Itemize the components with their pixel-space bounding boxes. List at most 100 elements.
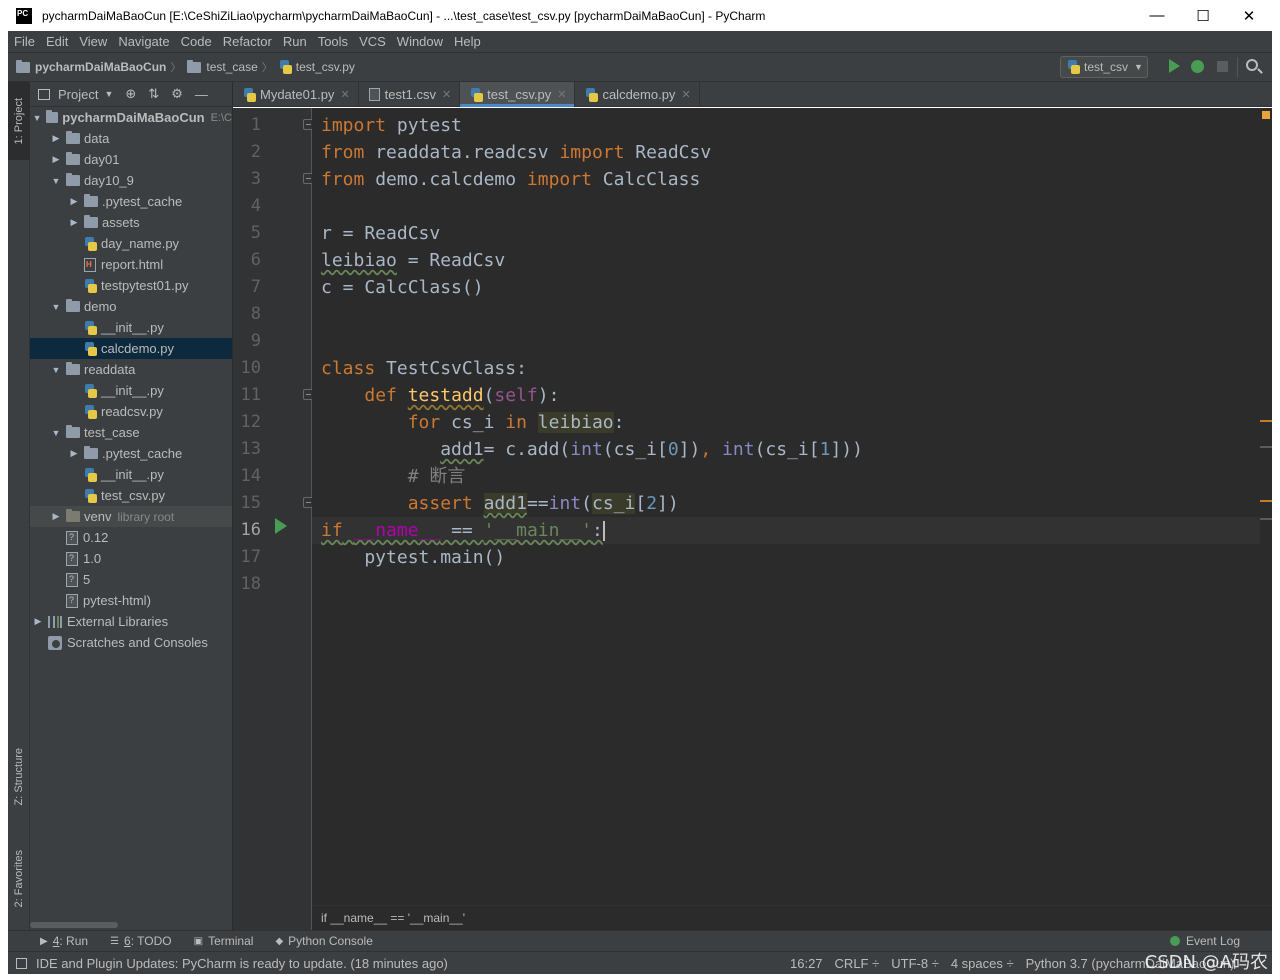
search-icon[interactable] (1246, 59, 1258, 71)
locate-target-icon[interactable]: ⊕ (125, 86, 136, 102)
menu-file[interactable]: File (14, 34, 35, 49)
expand-right-icon[interactable]: ▶ (50, 133, 62, 144)
tree-item[interactable]: ▼ day10_9 (30, 170, 232, 191)
menu-help[interactable]: Help (454, 34, 481, 49)
tool-tab-favorites[interactable]: 2: Favorites (8, 834, 30, 924)
run-configuration-select[interactable]: test_csv ▼ (1060, 56, 1148, 78)
run-gutter-icon[interactable] (275, 518, 287, 534)
close-tab-icon[interactable]: ✕ (340, 88, 349, 101)
status-message[interactable]: IDE and Plugin Updates: PyCharm is ready… (16, 956, 448, 971)
tree-item[interactable]: pytest-html) (30, 590, 232, 611)
expand-right-icon[interactable]: ▶ (32, 616, 44, 627)
tree-item[interactable]: ▶ assets (30, 212, 232, 233)
breadcrumb-file[interactable]: test_csv.py (279, 60, 355, 74)
tree-item[interactable]: ▶ External Libraries (30, 611, 232, 632)
editor-gutter[interactable]: 1 2 3 4 5 6 7 8 9 10 11 12 13 14 15 16 1… (233, 108, 314, 930)
project-view-select[interactable]: Project (58, 87, 98, 102)
expand-down-icon[interactable]: ▼ (50, 428, 62, 438)
tree-item[interactable]: 0.12 (30, 527, 232, 548)
expand-down-icon[interactable]: ▼ (32, 113, 42, 123)
tree-item[interactable]: ▶ .pytest_cache (30, 443, 232, 464)
expand-right-icon[interactable]: ▶ (50, 154, 62, 165)
collapse-all-icon[interactable]: ⇅ (148, 86, 159, 102)
tree-item[interactable]: __init__.py (30, 380, 232, 401)
tree-item[interactable]: ▼ demo (30, 296, 232, 317)
tree-item[interactable]: ▼ pycharmDaiMaBaoCun E:\C (30, 107, 232, 128)
warning-marker[interactable] (1260, 420, 1272, 422)
expand-right-icon[interactable]: ▶ (50, 511, 62, 522)
indent-select[interactable]: 4 spaces ÷ (951, 956, 1014, 971)
tree-item[interactable]: day_name.py (30, 233, 232, 254)
warning-marker[interactable] (1260, 500, 1272, 502)
event-log-button[interactable]: Event Log (1169, 934, 1240, 948)
tree-item[interactable]: ▶ day01 (30, 149, 232, 170)
line-separator-select[interactable]: CRLF ÷ (835, 956, 880, 971)
menu-vcs[interactable]: VCS (359, 34, 386, 49)
tree-item[interactable]: ▼ test_case (30, 422, 232, 443)
menu-tools[interactable]: Tools (318, 34, 348, 49)
tree-item[interactable]: ▶ venv library root (30, 506, 232, 527)
minimize-button[interactable]: — (1134, 0, 1180, 31)
tab-test-csv[interactable]: test_csv.py ✕ (460, 82, 576, 107)
warning-indicator-icon[interactable] (1262, 111, 1270, 119)
tree-item[interactable]: report.html (30, 254, 232, 275)
breadcrumb-folder[interactable]: test_case (187, 59, 258, 74)
horizontal-scrollbar[interactable] (30, 922, 118, 928)
tree-item[interactable]: test_csv.py (30, 485, 232, 506)
editor-breadcrumb-label[interactable]: if __name__ == '__main__' (321, 911, 465, 925)
tree-item[interactable]: readcsv.py (30, 401, 232, 422)
menu-navigate[interactable]: Navigate (118, 34, 169, 49)
tree-item[interactable]: ▼ readdata (30, 359, 232, 380)
tree-item[interactable]: __init__.py (30, 317, 232, 338)
run-icon[interactable] (1169, 59, 1180, 73)
menu-edit[interactable]: Edit (46, 34, 68, 49)
tree-item[interactable]: __init__.py (30, 464, 232, 485)
gear-icon[interactable]: ⚙ (171, 86, 183, 102)
expand-down-icon[interactable]: ▼ (50, 365, 62, 375)
expand-right-icon[interactable]: ▶ (68, 217, 80, 228)
tree-item[interactable]: calcdemo.py (30, 338, 232, 359)
expand-right-icon[interactable]: ▶ (68, 448, 80, 459)
breadcrumb-project[interactable]: pycharmDaiMaBaoCun (16, 59, 166, 74)
info-marker[interactable] (1260, 446, 1272, 448)
error-stripe[interactable] (1260, 108, 1272, 930)
menu-window[interactable]: Window (397, 34, 443, 49)
expand-right-icon[interactable]: ▶ (68, 196, 80, 207)
tool-tab-run[interactable]: ▶ 4 : Run (40, 934, 88, 948)
tool-tab-python-console[interactable]: ◆ Python Console (275, 934, 372, 948)
close-button[interactable]: ✕ (1226, 0, 1272, 31)
caret-position[interactable]: 16:27 (790, 956, 823, 971)
tool-tab-structure[interactable]: Z: Structure (8, 732, 30, 822)
tree-item[interactable]: Scratches and Consoles (30, 632, 232, 653)
menu-view[interactable]: View (79, 34, 107, 49)
encoding-select[interactable]: UTF-8 ÷ (891, 956, 939, 971)
tab-test1-csv[interactable]: test1.csv ✕ (359, 82, 461, 107)
tree-item[interactable]: ▶ .pytest_cache (30, 191, 232, 212)
tool-tab-todo[interactable]: ☰ 6 : TODO (110, 934, 172, 948)
tree-item[interactable]: 5 (30, 569, 232, 590)
hide-icon[interactable]: — (195, 87, 208, 102)
menu-refactor[interactable]: Refactor (223, 34, 272, 49)
tab-calcdemo[interactable]: calcdemo.py ✕ (575, 82, 700, 107)
toggle-tool-windows-icon[interactable] (16, 957, 27, 969)
expand-down-icon[interactable]: ▼ (50, 302, 62, 312)
chevron-down-icon[interactable]: ▼ (104, 89, 113, 99)
code-line-6: leibiao = ReadCsv (321, 250, 506, 271)
close-tab-icon[interactable]: ✕ (681, 88, 690, 101)
tree-item[interactable]: 1.0 (30, 548, 232, 569)
tree-item[interactable]: testpytest01.py (30, 275, 232, 296)
tool-tab-project[interactable]: 1: Project (8, 82, 30, 160)
tab-mydate01[interactable]: Mydate01.py ✕ (233, 82, 359, 107)
stop-icon[interactable] (1217, 61, 1228, 72)
debug-icon[interactable] (1191, 60, 1204, 73)
menu-code[interactable]: Code (181, 34, 212, 49)
code-editor[interactable]: import pytest from readdata.readcsv impo… (312, 108, 1260, 930)
expand-down-icon[interactable]: ▼ (50, 176, 62, 186)
menu-run[interactable]: Run (283, 34, 307, 49)
tool-tab-terminal[interactable]: ▣ Terminal (194, 934, 254, 948)
tree-item[interactable]: ▶ data (30, 128, 232, 149)
close-tab-icon[interactable]: ✕ (442, 88, 451, 101)
maximize-button[interactable]: ☐ (1180, 0, 1226, 31)
info-marker[interactable] (1260, 518, 1272, 520)
close-tab-icon[interactable]: ✕ (557, 88, 566, 101)
